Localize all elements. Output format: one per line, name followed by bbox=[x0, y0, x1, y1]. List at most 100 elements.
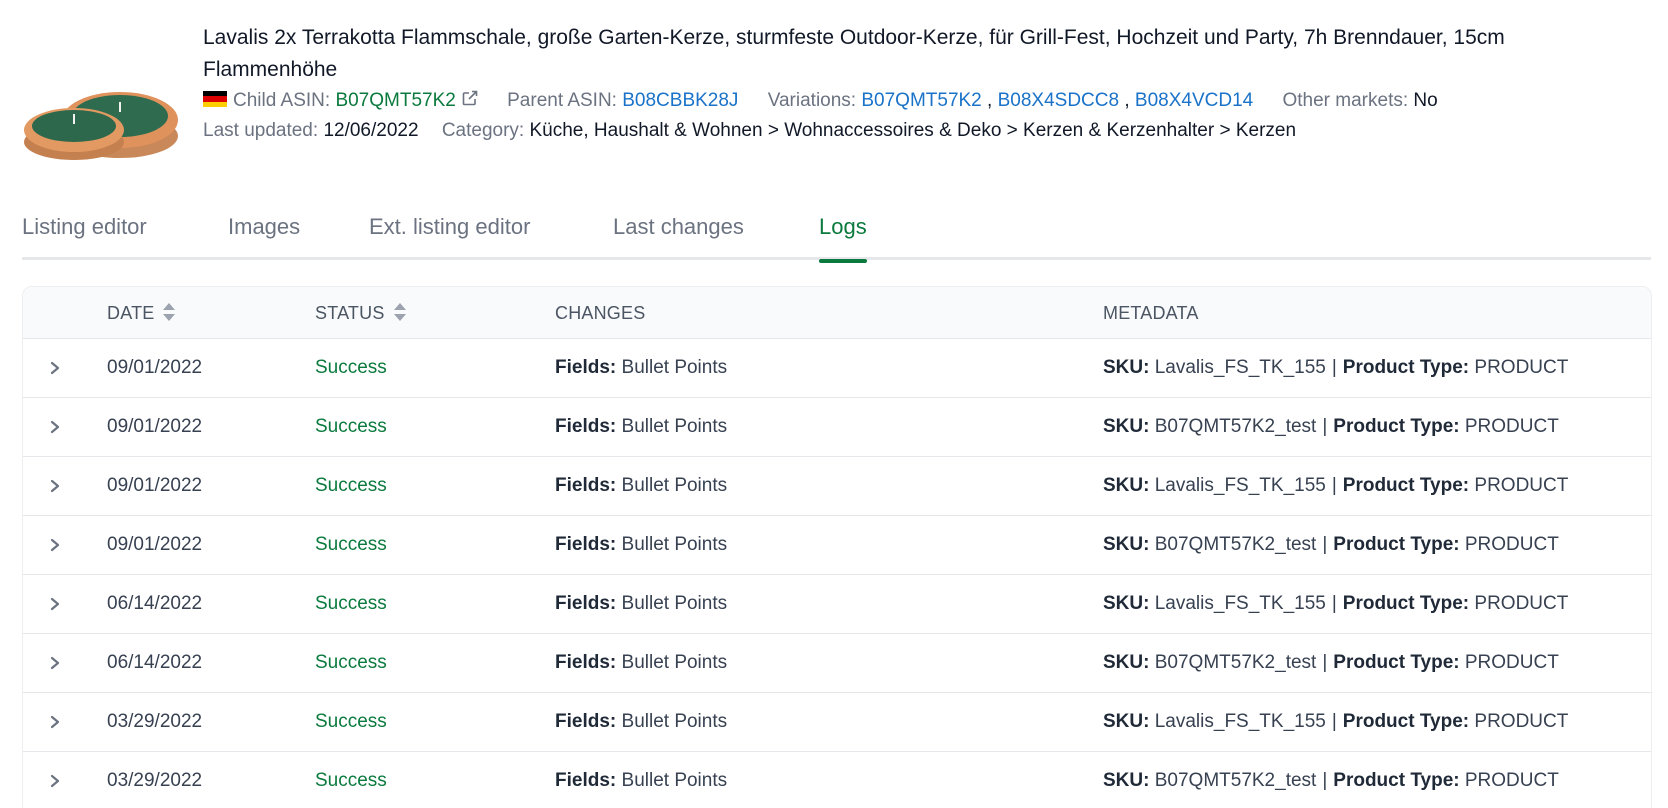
row-metadata: SKU: Lavalis_FS_TK_155 | Product Type: PRO… bbox=[1103, 339, 1568, 397]
table-row: 03/29/2022 Success Fields: Bullet Points… bbox=[23, 752, 1651, 808]
logs-table: DATE STATUS CHANGES METADATA 09/01/2022 … bbox=[22, 286, 1652, 808]
chevron-right-icon[interactable] bbox=[49, 478, 61, 494]
sku-label: SKU: bbox=[1103, 770, 1150, 791]
germany-flag-icon bbox=[203, 91, 227, 107]
metadata-separator: | bbox=[1331, 357, 1337, 378]
category-label: Category: bbox=[441, 120, 525, 141]
row-changes: Fields: Bullet Points bbox=[555, 693, 727, 751]
variation-link[interactable]: B08X4VCD14 bbox=[1135, 90, 1253, 111]
row-changes: Fields: Bullet Points bbox=[555, 339, 727, 397]
column-header-status[interactable]: STATUS bbox=[315, 287, 407, 339]
sku-label: SKU: bbox=[1103, 652, 1150, 673]
sku-value: B07QMT57K2_test bbox=[1154, 416, 1317, 437]
other-markets-group: Other markets: No bbox=[1282, 90, 1437, 111]
row-date: 09/01/2022 bbox=[107, 357, 203, 378]
row-metadata: SKU: B07QMT57K2_test | Product Type: PRODU… bbox=[1103, 634, 1559, 692]
parent-asin-label: Parent ASIN: bbox=[507, 90, 617, 111]
table-row: 09/01/2022 Success Fields: Bullet Points… bbox=[23, 516, 1651, 575]
fields-label: Fields: bbox=[555, 357, 617, 378]
product-thumbnail bbox=[24, 92, 178, 160]
parent-asin-link[interactable]: B08CBBK28J bbox=[622, 90, 738, 111]
metadata-separator: | bbox=[1322, 416, 1328, 437]
tab-logs[interactable]: Logs bbox=[819, 214, 867, 263]
tab-ext-listing-editor[interactable]: Ext. listing editor bbox=[369, 214, 530, 260]
metadata-separator: | bbox=[1322, 770, 1328, 791]
row-metadata: SKU: Lavalis_FS_TK_155 | Product Type: PRO… bbox=[1103, 457, 1568, 515]
product-type-label: Product Type: bbox=[1333, 534, 1460, 555]
child-asin-group: Child ASIN: B07QMT57K2 bbox=[203, 90, 483, 111]
chevron-right-icon[interactable] bbox=[49, 419, 61, 435]
tab-last-changes[interactable]: Last changes bbox=[613, 214, 744, 260]
chevron-right-icon[interactable] bbox=[49, 714, 61, 730]
row-date: 06/14/2022 bbox=[107, 593, 203, 614]
fields-value: Bullet Points bbox=[621, 357, 728, 378]
category-value: Küche, Haushalt & Wohnen > Wohnaccessoir… bbox=[529, 120, 1297, 141]
tab-images[interactable]: Images bbox=[228, 214, 300, 260]
row-date: 09/01/2022 bbox=[107, 534, 203, 555]
variation-link[interactable]: B08X4SDCC8 bbox=[998, 90, 1119, 111]
row-status: Success bbox=[315, 711, 387, 732]
chevron-right-icon[interactable] bbox=[49, 773, 61, 789]
row-metadata: SKU: B07QMT57K2_test | Product Type: PRODU… bbox=[1103, 752, 1559, 808]
product-type-value: PRODUCT bbox=[1464, 770, 1559, 791]
external-link-icon[interactable] bbox=[462, 90, 478, 106]
product-type-value: PRODUCT bbox=[1474, 357, 1569, 378]
sku-value: Lavalis_FS_TK_155 bbox=[1154, 357, 1326, 378]
other-markets-label: Other markets: bbox=[1282, 90, 1409, 111]
variations-group: Variations: B07QMT57K2 , B08X4SDCC8 , B0… bbox=[768, 90, 1259, 111]
sku-label: SKU: bbox=[1103, 475, 1150, 496]
tab-listing-editor[interactable]: Listing editor bbox=[22, 214, 147, 260]
variation-link[interactable]: B07QMT57K2 bbox=[861, 90, 981, 111]
asin-line: Child ASIN: B07QMT57K2 Parent ASIN: B08C… bbox=[203, 86, 1643, 116]
last-updated-value: 12/06/2022 bbox=[323, 120, 419, 141]
fields-value: Bullet Points bbox=[621, 534, 728, 555]
child-asin-link[interactable]: B07QMT57K2 bbox=[335, 90, 455, 111]
product-type-label: Product Type: bbox=[1333, 770, 1460, 791]
row-date: 06/14/2022 bbox=[107, 652, 203, 673]
child-asin-label: Child ASIN: bbox=[233, 90, 331, 111]
row-status: Success bbox=[315, 357, 387, 378]
chevron-right-icon[interactable] bbox=[49, 537, 61, 553]
sort-icon[interactable] bbox=[393, 302, 407, 322]
variation-separator: , bbox=[987, 90, 993, 111]
sku-value: B07QMT57K2_test bbox=[1154, 770, 1317, 791]
metadata-separator: | bbox=[1331, 711, 1337, 732]
row-changes: Fields: Bullet Points bbox=[555, 398, 727, 456]
column-header-date[interactable]: DATE bbox=[107, 287, 176, 339]
chevron-right-icon[interactable] bbox=[49, 596, 61, 612]
variations-label: Variations: bbox=[767, 90, 857, 111]
product-type-value: PRODUCT bbox=[1474, 593, 1569, 614]
row-date: 03/29/2022 bbox=[107, 711, 203, 732]
metadata-separator: | bbox=[1331, 475, 1337, 496]
sku-value: B07QMT57K2_test bbox=[1154, 534, 1317, 555]
table-row: 09/01/2022 Success Fields: Bullet Points… bbox=[23, 339, 1651, 398]
row-status: Success bbox=[315, 534, 387, 555]
sku-value: B07QMT57K2_test bbox=[1154, 652, 1317, 673]
column-header-changes: CHANGES bbox=[555, 303, 646, 323]
fields-value: Bullet Points bbox=[621, 711, 728, 732]
table-row: 03/29/2022 Success Fields: Bullet Points… bbox=[23, 693, 1651, 752]
category-group: Category: Küche, Haushalt & Wohnen > Woh… bbox=[442, 120, 1296, 141]
category-line: Last updated: 12/06/2022 Category: Küche… bbox=[203, 116, 1643, 146]
sort-icon[interactable] bbox=[162, 302, 176, 322]
sku-label: SKU: bbox=[1103, 416, 1150, 437]
sku-value: Lavalis_FS_TK_155 bbox=[1154, 711, 1326, 732]
row-changes: Fields: Bullet Points bbox=[555, 575, 727, 633]
product-type-value: PRODUCT bbox=[1474, 475, 1569, 496]
fields-value: Bullet Points bbox=[621, 475, 728, 496]
product-type-label: Product Type: bbox=[1342, 711, 1470, 732]
product-type-value: PRODUCT bbox=[1464, 416, 1559, 437]
chevron-right-icon[interactable] bbox=[49, 360, 61, 376]
row-status: Success bbox=[315, 475, 387, 496]
variation-separator: , bbox=[1124, 90, 1130, 111]
table-row: 06/14/2022 Success Fields: Bullet Points… bbox=[23, 634, 1651, 693]
chevron-right-icon[interactable] bbox=[49, 655, 61, 671]
row-date: 09/01/2022 bbox=[107, 475, 203, 496]
row-metadata: SKU: Lavalis_FS_TK_155 | Product Type: PRO… bbox=[1103, 575, 1568, 633]
fields-label: Fields: bbox=[555, 475, 617, 496]
row-changes: Fields: Bullet Points bbox=[555, 457, 727, 515]
product-type-label: Product Type: bbox=[1342, 357, 1470, 378]
table-row: 09/01/2022 Success Fields: Bullet Points… bbox=[23, 398, 1651, 457]
row-changes: Fields: Bullet Points bbox=[555, 634, 727, 692]
product-title: Lavalis 2x Terrakotta Flammschale, große… bbox=[203, 26, 1505, 81]
